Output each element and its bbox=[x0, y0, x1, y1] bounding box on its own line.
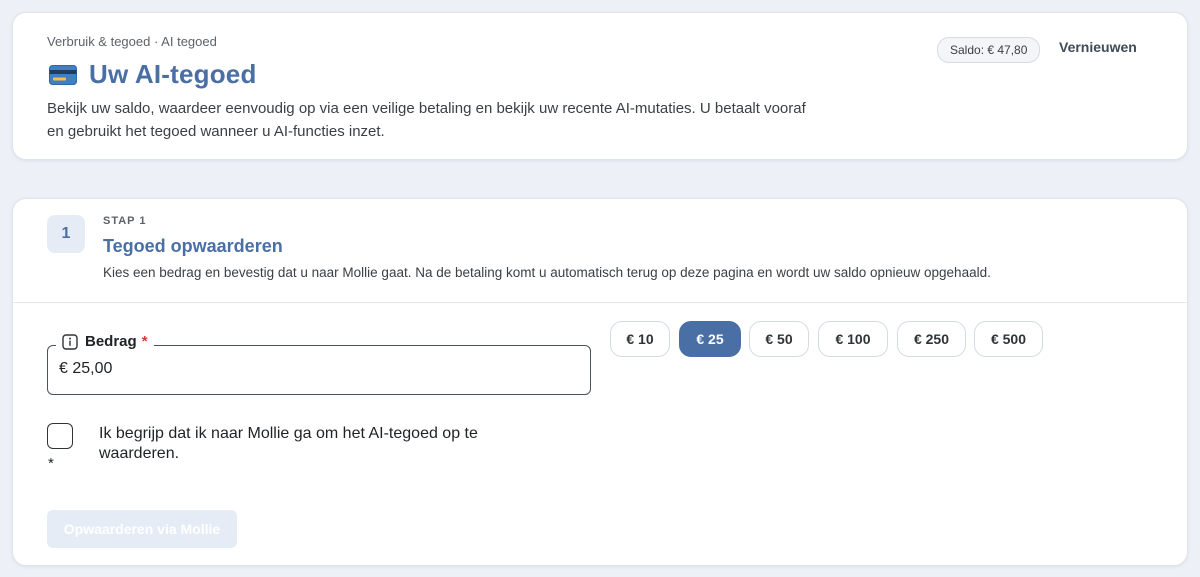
consent-label[interactable]: Ik begrijp dat ik naar Mollie ga om het … bbox=[99, 424, 529, 464]
info-icon[interactable] bbox=[62, 333, 78, 350]
title-row: Uw AI-tegoed bbox=[49, 59, 257, 90]
consent-checkbox[interactable] bbox=[47, 423, 73, 449]
preset-chip-10[interactable]: € 10 bbox=[610, 321, 670, 357]
topup-submit-button[interactable]: Opwaarderen via Mollie bbox=[47, 510, 237, 548]
step-title: Tegoed opwaarderen bbox=[103, 236, 283, 256]
consent-required-mark: * bbox=[48, 455, 54, 472]
intro-text: Bekijk uw saldo, waardeer eenvoudig op v… bbox=[47, 100, 806, 140]
balance-badge: Saldo: € 47,80 bbox=[937, 37, 1041, 63]
amount-field[interactable]: Bedrag * bbox=[47, 333, 591, 395]
preset-chip-50[interactable]: € 50 bbox=[749, 321, 809, 357]
breadcrumb: Verbruik & tegoed · AI tegoed bbox=[47, 34, 217, 49]
preset-chip-500[interactable]: € 500 bbox=[974, 321, 1043, 357]
amount-label-text: Bedrag bbox=[85, 333, 137, 350]
preset-chip-100[interactable]: € 100 bbox=[818, 321, 888, 357]
step-number-badge: 1 bbox=[47, 215, 85, 253]
header-card: Verbruik & tegoed · AI tegoed Uw AI-tego… bbox=[12, 12, 1188, 160]
preset-chip-25[interactable]: € 25 bbox=[679, 321, 741, 357]
topup-card: 1 STAP 1 Tegoed opwaarderen Kies een bed… bbox=[12, 198, 1188, 566]
step-description: Kies een bedrag en bevestig dat u naar M… bbox=[103, 265, 991, 280]
preset-chip-250[interactable]: € 250 bbox=[897, 321, 966, 357]
step-kicker: STAP 1 bbox=[103, 215, 147, 227]
amount-input[interactable] bbox=[59, 360, 559, 378]
credit-card-icon bbox=[49, 64, 77, 85]
divider bbox=[13, 302, 1187, 303]
amount-label: Bedrag * bbox=[56, 333, 154, 350]
required-mark: * bbox=[141, 333, 148, 350]
page-title: Uw AI-tegoed bbox=[89, 59, 257, 89]
refresh-button[interactable]: Vernieuwen bbox=[1059, 39, 1137, 55]
